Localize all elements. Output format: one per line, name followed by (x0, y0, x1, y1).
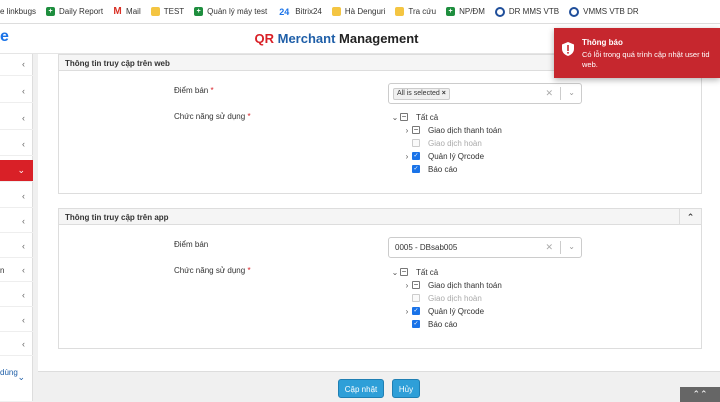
bookmark-dr-mms-vtb[interactable]: DR MMS VTB (494, 6, 559, 17)
checkbox-checked[interactable]: ✓ (412, 165, 420, 173)
error-toast[interactable]: Thông báo Có lỗi trong quá trình cập nhậ… (554, 28, 720, 78)
sidebar: ‹ ‹ ‹ ‹ ⌄ ‹ ‹ ‹ n ‹ ‹ ‹ ‹ dùng ⌄ (0, 54, 33, 401)
expand-right-icon[interactable]: › (402, 152, 412, 161)
chevron-left-icon: ‹ (22, 113, 25, 123)
store-select[interactable]: 0005 - DBsab005 ✕ ⌄ (388, 237, 582, 258)
expand-right-icon[interactable]: › (402, 307, 412, 316)
chevron-left-icon: ‹ (22, 139, 25, 149)
toast-message: Có lỗi trong quá trình cập nhật user tid… (582, 50, 710, 69)
toast-title: Thông báo (582, 38, 623, 47)
vietinbank-icon (494, 6, 505, 17)
chevron-left-icon: ‹ (22, 241, 25, 251)
sidebar-item[interactable]: ‹ (0, 54, 33, 76)
chevron-left-icon: ‹ (22, 216, 25, 226)
bookmark-test[interactable]: TEST (150, 7, 184, 16)
sidebar-item[interactable]: ‹ (0, 81, 33, 103)
tree-item[interactable]: › − Giao dịch thanh toán (402, 279, 502, 291)
bookmarks-bar: e linkbugs + Daily Report M Mail TEST + Quả… (0, 0, 720, 24)
vietinbank-icon (569, 6, 580, 17)
sidebar-item[interactable]: ‹ (0, 236, 33, 258)
sheets-icon: + (46, 7, 56, 16)
main-content: Thông tin truy cập trên web Điểm bán * A… (38, 54, 720, 401)
app-access-panel: Thông tin truy cập trên app ⌃ Điểm bán 0… (58, 208, 702, 349)
bookmark-np-dm[interactable]: + NP/ĐM (446, 7, 485, 16)
sidebar-item[interactable]: n ‹ (0, 260, 33, 282)
sidebar-item[interactable]: ‹ (0, 334, 33, 356)
checkbox-partial[interactable]: − (412, 281, 420, 289)
shield-alert-icon (562, 42, 574, 56)
selected-tag: All is selected × (393, 88, 450, 100)
chevron-left-icon: ‹ (22, 191, 25, 201)
scroll-top-icon[interactable]: ⌃⌃ (680, 387, 720, 402)
chevron-left-icon: ‹ (22, 290, 25, 300)
sidebar-item-user[interactable]: dùng ⌄ (0, 362, 33, 386)
chevron-down-icon: ⌄ (17, 165, 25, 175)
checkbox-partial[interactable]: − (412, 126, 420, 134)
sheets-icon: + (446, 7, 456, 16)
tree-root[interactable]: ⌄ − Tất cả (390, 111, 439, 123)
sidebar-item[interactable]: ‹ (0, 285, 33, 307)
expand-down-icon[interactable]: ⌄ (390, 268, 400, 277)
tree-item: Giao dịch hoàn (402, 292, 482, 304)
bookmark-mail[interactable]: M Mail (113, 6, 140, 17)
bitrix24-icon: 24 (279, 6, 290, 17)
checkbox-partial[interactable]: − (400, 268, 408, 276)
tree-item[interactable]: › ✓ Quản lý Qrcode (402, 150, 484, 162)
sidebar-item[interactable]: ‹ (0, 134, 33, 156)
folder-icon (150, 7, 160, 16)
sidebar-item[interactable]: ‹ (0, 186, 33, 208)
tree-item[interactable]: › − Giao dịch thanh toán (402, 124, 502, 136)
sidebar-item[interactable]: ‹ (0, 310, 33, 332)
checkbox-checked[interactable]: ✓ (412, 307, 420, 315)
bookmark-daily-report[interactable]: + Daily Report (46, 7, 103, 16)
bookmark-tra-cuu[interactable]: Tra cứu (395, 7, 436, 16)
store-label: Điểm bán * (174, 86, 214, 95)
sidebar-item[interactable]: ‹ (0, 108, 33, 130)
update-button[interactable]: Cập nhật (338, 379, 384, 398)
chevron-down-icon: ⌄ (17, 372, 25, 382)
checkbox-disabled (412, 294, 420, 302)
sheets-icon: + (194, 7, 204, 16)
chevron-down-icon[interactable]: ⌄ (568, 242, 575, 251)
gmail-icon: M (113, 6, 122, 17)
store-label: Điểm bán (174, 240, 209, 249)
bookmark-bitrix24[interactable]: 24 Bitrix24 (277, 6, 322, 17)
function-label: Chức năng sử dụng * (174, 266, 251, 275)
checkbox-disabled (412, 139, 420, 147)
sidebar-item-active[interactable]: ⌄ (0, 160, 33, 182)
clear-icon[interactable]: ✕ (545, 242, 553, 253)
chevron-down-icon[interactable]: ⌄ (568, 88, 575, 97)
tree-item[interactable]: › ✓ Quản lý Qrcode (402, 305, 484, 317)
action-bar: Cập nhật Hủy ⌃⌃ (38, 371, 720, 402)
folder-icon (331, 7, 341, 16)
expand-right-icon[interactable]: › (402, 126, 412, 135)
tree-item[interactable]: ✓ Báo cáo (402, 163, 457, 175)
bookmark-linkbugs[interactable]: e linkbugs (0, 7, 36, 16)
expand-right-icon[interactable]: › (402, 281, 412, 290)
cancel-button[interactable]: Hủy (392, 379, 420, 398)
chevron-left-icon: ‹ (22, 315, 25, 325)
sidebar-item[interactable]: ‹ (0, 211, 33, 233)
store-select[interactable]: All is selected × ✕ ⌄ (388, 83, 582, 104)
chevron-left-icon: ‹ (22, 339, 25, 349)
tree-item[interactable]: ✓ Báo cáo (402, 318, 457, 330)
function-label: Chức năng sử dụng * (174, 112, 251, 121)
chevron-left-icon: ‹ (22, 59, 25, 69)
chevron-left-icon: ‹ (22, 265, 25, 275)
remove-tag-icon[interactable]: × (442, 90, 446, 97)
tree-root[interactable]: ⌄ − Tất cả (390, 266, 439, 278)
expand-down-icon[interactable]: ⌄ (390, 113, 400, 122)
panel-header: Thông tin truy cập trên app ⌃ (59, 209, 701, 225)
bookmark-vmms-vtb-dr[interactable]: VMMS VTB DR (569, 6, 639, 17)
checkbox-checked[interactable]: ✓ (412, 152, 420, 160)
chevron-left-icon: ‹ (22, 86, 25, 96)
bookmark-quan-ly-may-test[interactable]: + Quản lý máy test (194, 7, 267, 16)
tree-item: Giao dịch hoàn (402, 137, 482, 149)
clear-icon[interactable]: ✕ (545, 88, 553, 99)
folder-icon (395, 7, 405, 16)
bookmark-ha-denguri[interactable]: Hà Denguri (331, 7, 385, 16)
checkbox-checked[interactable]: ✓ (412, 320, 420, 328)
collapse-icon[interactable]: ⌃ (679, 209, 701, 225)
checkbox-partial[interactable]: − (400, 113, 408, 121)
